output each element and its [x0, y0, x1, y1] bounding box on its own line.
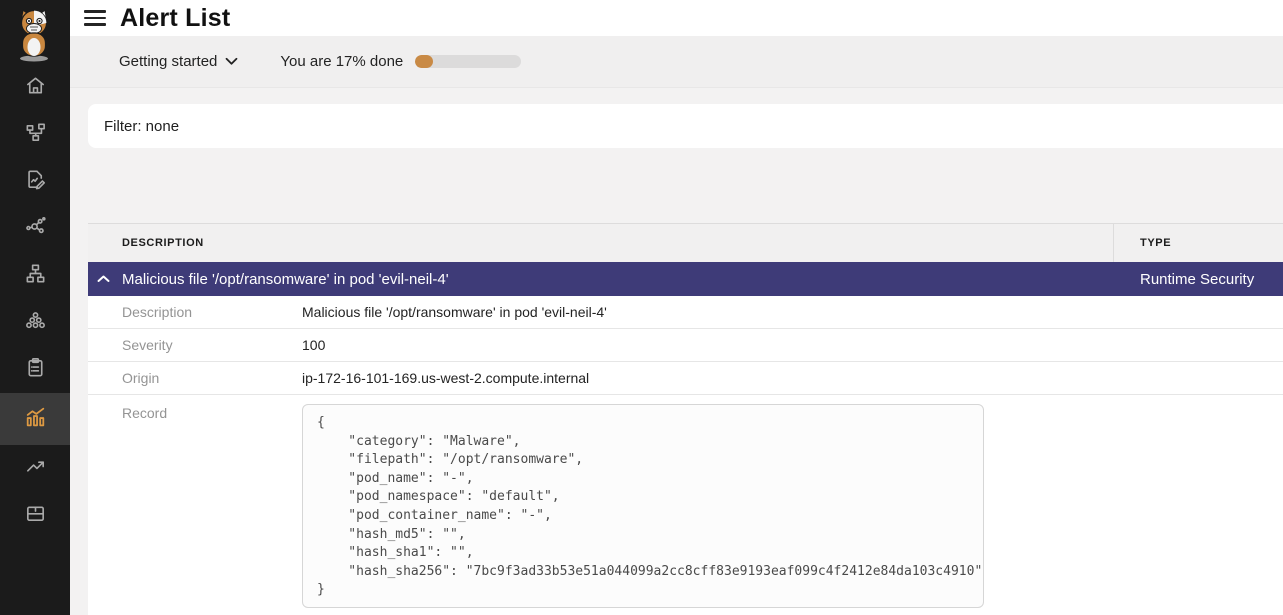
sidebar-item-reports[interactable]	[0, 346, 70, 393]
detail-value: 100	[302, 329, 325, 361]
sidebar-item-cluster[interactable]	[0, 299, 70, 346]
progress-text: You are 17% done	[280, 53, 403, 70]
sitemap-icon	[24, 262, 47, 290]
home-icon	[24, 74, 47, 102]
detail-row-severity: Severity 100	[88, 329, 1283, 362]
hamburger-menu-icon[interactable]	[84, 8, 108, 28]
detail-label: Description	[122, 296, 192, 328]
alert-type-cell: Runtime Security	[1140, 262, 1254, 296]
sidebar-nav	[0, 64, 70, 539]
sidebar-item-home[interactable]	[0, 64, 70, 111]
progress-bar-fill	[415, 55, 433, 68]
chevron-down-icon	[225, 53, 238, 70]
column-divider	[1113, 224, 1114, 262]
sidebar-item-alerts-active[interactable]	[0, 393, 70, 445]
sidebar-item-trends[interactable]	[0, 445, 70, 492]
cat-mascot-logo[interactable]	[10, 6, 58, 62]
detail-label: Record	[122, 405, 167, 421]
getting-started-dropdown[interactable]: Getting started	[119, 53, 238, 70]
detail-row-record: Record { "category": "Malware", "filepat…	[88, 395, 1283, 615]
molecule-icon	[24, 215, 47, 243]
top-header: Alert List	[70, 0, 1283, 36]
sidebar-item-hierarchy[interactable]	[0, 252, 70, 299]
edit-document-icon	[24, 168, 47, 196]
storage-box-icon	[24, 502, 47, 530]
trending-up-icon	[24, 455, 47, 483]
record-json-content: { "category": "Malware", "filepath": "/o…	[303, 405, 983, 608]
detail-row-description: Description Malicious file '/opt/ransomw…	[88, 296, 1283, 329]
filter-bar[interactable]: Filter: none	[88, 104, 1283, 148]
chevron-up-icon[interactable]	[96, 272, 111, 286]
column-header-type: TYPE	[1140, 224, 1171, 262]
detail-label: Severity	[122, 329, 173, 361]
getting-started-label: Getting started	[119, 53, 217, 70]
main-content: Filter: none DESCRIPTION TYPE Malicious …	[70, 88, 1283, 615]
record-json-box: { "category": "Malware", "filepath": "/o…	[302, 404, 984, 608]
progress-bar	[415, 55, 521, 68]
column-header-description: DESCRIPTION	[122, 224, 204, 262]
sidebar-item-graph[interactable]	[0, 205, 70, 252]
page-title: Alert List	[120, 4, 230, 33]
detail-value: Malicious file '/opt/ransomware' in pod …	[302, 296, 607, 328]
filter-label: Filter: none	[104, 118, 179, 135]
detail-value: ip-172-16-101-169.us-west-2.compute.inte…	[302, 362, 589, 394]
clipboard-icon	[24, 356, 47, 384]
sidebar	[0, 0, 70, 615]
getting-started-bar: Getting started You are 17% done	[70, 36, 1283, 88]
sidebar-item-storage[interactable]	[0, 492, 70, 539]
alert-table: DESCRIPTION TYPE Malicious file '/opt/ra…	[88, 223, 1283, 615]
detail-label: Origin	[122, 362, 159, 394]
sidebar-item-topology[interactable]	[0, 111, 70, 158]
detail-row-origin: Origin ip-172-16-101-169.us-west-2.compu…	[88, 362, 1283, 395]
alert-row-expanded[interactable]: Malicious file '/opt/ransomware' in pod …	[88, 262, 1283, 296]
sidebar-item-edit-report[interactable]	[0, 158, 70, 205]
activity-chart-icon	[23, 404, 48, 434]
table-header-row: DESCRIPTION TYPE	[88, 223, 1283, 262]
alert-description-cell: Malicious file '/opt/ransomware' in pod …	[122, 262, 449, 296]
topology-icon	[24, 121, 47, 149]
circle-cluster-icon	[24, 309, 47, 337]
